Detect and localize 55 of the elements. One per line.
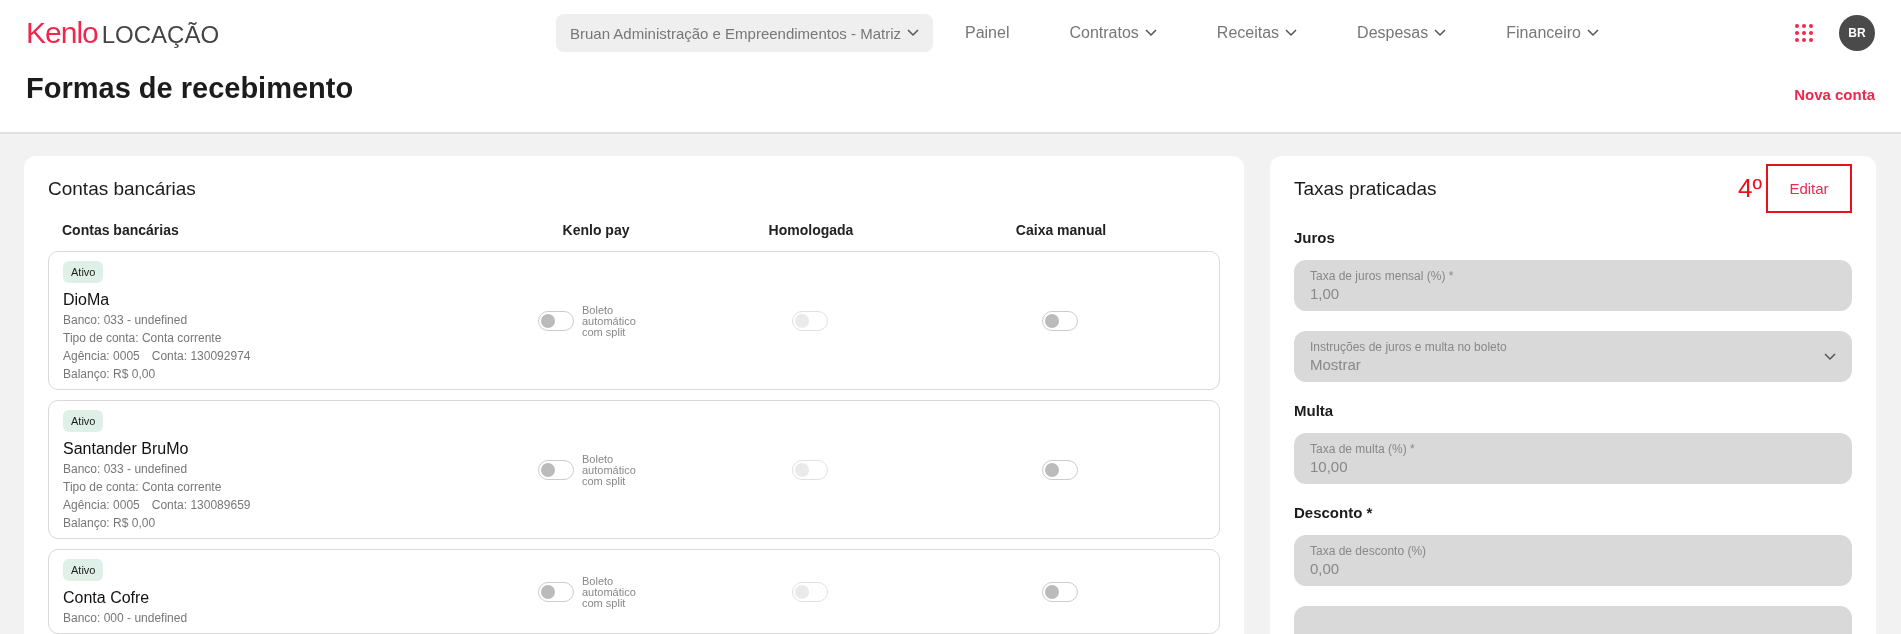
section-heading: Desconto * — [1294, 504, 1374, 521]
nav-menu-item[interactable]: Despesas — [1345, 24, 1459, 42]
status-badge: Ativo — [63, 559, 104, 581]
page-title: Formas de recebimento — [26, 72, 354, 105]
toggle-switch[interactable] — [538, 311, 574, 331]
user-avatar[interactable]: BR — [1839, 15, 1875, 51]
status-badge: Ativo — [63, 410, 104, 432]
nav-menu-item[interactable]: Receitas — [1204, 24, 1310, 42]
account-detail: Conta: 130089659 — [151, 498, 251, 512]
toggle-caption: Boleto automático com split — [582, 575, 637, 609]
account-detail: Tipo de conta: Conta corrente — [63, 480, 222, 494]
section-heading: Multa — [1294, 402, 1335, 419]
logo[interactable]: Kenlo — [26, 16, 98, 50]
chevron-down-icon — [1586, 29, 1599, 37]
nav-menu-item[interactable]: Financeiro — [1494, 24, 1611, 42]
edit-button[interactable]: Editar — [1766, 164, 1852, 213]
account-detail: Banco: 000 - undefined — [63, 611, 188, 625]
chevron-down-icon — [1285, 29, 1298, 37]
nav-menu-item[interactable]: Painel — [953, 24, 1022, 42]
toggle-caption: Boleto automático com split — [582, 453, 637, 487]
new-account-link[interactable]: Nova conta — [1794, 78, 1875, 111]
column-header: Homologada — [768, 222, 854, 238]
status-badge: Ativo — [63, 261, 104, 283]
account-detail: Agência: 0005 — [63, 349, 140, 363]
chevron-down-icon — [907, 29, 919, 37]
toggle-switch[interactable] — [538, 582, 574, 602]
account-detail: Banco: 033 - undefined — [63, 313, 188, 327]
account-name: Conta Cofre — [63, 589, 151, 607]
toggle-switch[interactable] — [538, 460, 574, 480]
account-detail: Balanço: R$ 0,00 — [63, 516, 156, 530]
column-header: Contas bancárias — [62, 222, 179, 238]
account-detail: Agência: 0005 — [63, 498, 140, 512]
column-header: Caixa manual — [1015, 222, 1107, 238]
account-name: Santander BruMo — [63, 440, 190, 458]
apps-grid-icon[interactable] — [1795, 24, 1813, 42]
account-detail: Tipo de conta: Conta corrente — [63, 331, 222, 345]
toggle-switch[interactable] — [1042, 460, 1078, 480]
account-name: DioMa — [63, 291, 111, 309]
column-header: Kenlo pay — [562, 222, 630, 238]
chevron-down-icon — [1144, 29, 1157, 37]
section-heading: Juros — [1294, 229, 1336, 246]
chevron-down-icon — [1824, 352, 1836, 361]
chevron-down-icon — [1434, 29, 1447, 37]
account-detail: Balanço: R$ 0,00 — [63, 367, 156, 381]
company-selector[interactable]: Bruan Administração e Empreendimentos - Matriz — [556, 14, 933, 52]
account-detail: Banco: 033 - undefined — [63, 462, 188, 476]
product-name: LOCAÇÃO — [101, 21, 220, 49]
toggle-switch[interactable] — [1042, 582, 1078, 602]
card-title: Taxas praticadas — [1294, 177, 1437, 200]
step-annotation: 4º — [1738, 173, 1762, 204]
nav-menu-item[interactable]: Contratos — [1057, 24, 1169, 42]
toggle-caption: Boleto automático com split — [582, 304, 637, 338]
card-title: Contas bancárias — [48, 178, 197, 200]
toggle-switch[interactable] — [1042, 311, 1078, 331]
account-detail: Conta: 130092974 — [151, 349, 251, 363]
